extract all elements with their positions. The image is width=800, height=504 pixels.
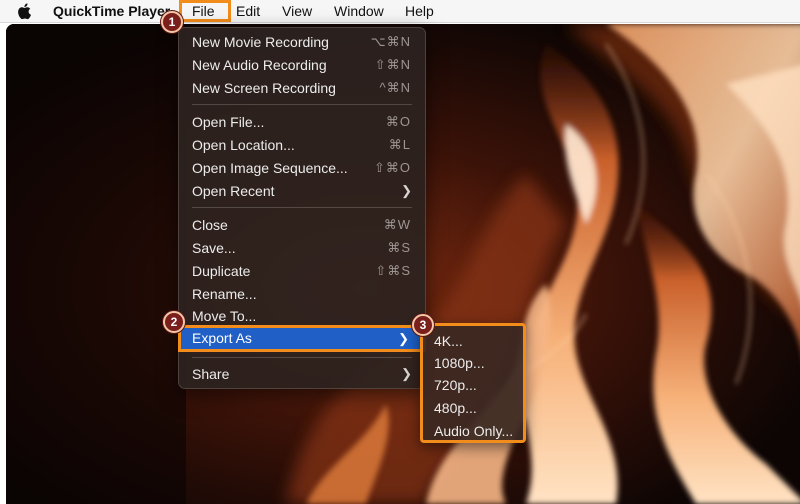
- step-badge-3: 3: [412, 314, 434, 336]
- menu-view[interactable]: View: [282, 2, 312, 20]
- menu-item-label: New Audio Recording: [192, 57, 327, 73]
- submenu-item-audio-only[interactable]: Audio Only...: [434, 420, 513, 442]
- menu-item-share[interactable]: Share ❯: [184, 363, 420, 385]
- menu-separator: [192, 207, 412, 208]
- shortcut-hint: ⌘W: [383, 217, 411, 232]
- menu-item-label: Export As: [192, 330, 252, 346]
- menu-item-label: Move To...: [192, 308, 257, 324]
- shortcut-hint: ⌥⌘N: [370, 34, 411, 49]
- menu-item-open-location[interactable]: Open Location... ⌘L: [184, 134, 420, 156]
- menu-item-label: Open Image Sequence...: [192, 160, 348, 176]
- menu-item-label: Duplicate: [192, 263, 251, 279]
- menu-item-rename[interactable]: Rename...: [184, 283, 420, 305]
- shortcut-hint: ⌘S: [387, 240, 411, 255]
- step-badge-2: 2: [163, 311, 185, 333]
- file-menu-highlight-box: [179, 0, 231, 22]
- menu-item-open-image-sequence[interactable]: Open Image Sequence... ⇧⌘O: [184, 157, 420, 179]
- shortcut-hint: ⇧⌘S: [375, 263, 411, 278]
- menu-item-label: Open Location...: [192, 137, 295, 153]
- menu-separator: [192, 104, 412, 105]
- menu-item-export-as[interactable]: Export As ❯: [178, 325, 426, 352]
- menu-item-label: Share: [192, 366, 230, 382]
- shortcut-hint: ⇧⌘N: [374, 57, 411, 72]
- menu-item-move-to[interactable]: Move To...: [184, 305, 420, 327]
- menu-item-new-audio-recording[interactable]: New Audio Recording ⇧⌘N: [184, 54, 420, 76]
- menu-window[interactable]: Window: [334, 2, 384, 20]
- shortcut-hint: ^⌘N: [379, 80, 411, 95]
- menu-help[interactable]: Help: [405, 2, 434, 20]
- menu-item-label: New Movie Recording: [192, 34, 329, 50]
- step-badge-1: 1: [161, 11, 183, 33]
- chevron-right-icon: ❯: [398, 331, 409, 346]
- submenu-item-4k[interactable]: 4K...: [434, 330, 463, 352]
- menu-bar: QuickTime Player File Edit View Window H…: [0, 0, 800, 23]
- menu-item-label: Open Recent: [192, 183, 275, 199]
- shortcut-hint: ⌘L: [388, 137, 411, 152]
- chevron-right-icon: ❯: [401, 183, 412, 198]
- menu-item-label: Open File...: [192, 114, 265, 130]
- submenu-item-1080p[interactable]: 1080p...: [434, 352, 485, 374]
- app-menu-quicktime[interactable]: QuickTime Player: [53, 2, 170, 20]
- export-as-submenu: 4K... 1080p... 720p... 480p... Audio Onl…: [420, 323, 526, 443]
- menu-item-open-recent[interactable]: Open Recent ❯: [184, 180, 420, 202]
- menu-item-label: Save...: [192, 240, 236, 256]
- menu-item-save[interactable]: Save... ⌘S: [184, 237, 420, 259]
- menu-separator: [192, 357, 412, 358]
- menu-item-duplicate[interactable]: Duplicate ⇧⌘S: [184, 260, 420, 282]
- menu-item-label: Close: [192, 217, 228, 233]
- shortcut-hint: ⇧⌘O: [373, 160, 411, 175]
- menu-item-label: New Screen Recording: [192, 80, 336, 96]
- menu-item-label: Rename...: [192, 286, 257, 302]
- menu-item-open-file[interactable]: Open File... ⌘O: [184, 111, 420, 133]
- menu-item-new-screen-recording[interactable]: New Screen Recording ^⌘N: [184, 77, 420, 99]
- menu-item-close[interactable]: Close ⌘W: [184, 214, 420, 236]
- menu-edit[interactable]: Edit: [236, 2, 260, 20]
- submenu-item-480p[interactable]: 480p...: [434, 397, 477, 419]
- chevron-right-icon: ❯: [401, 366, 412, 381]
- shortcut-hint: ⌘O: [385, 114, 411, 129]
- apple-logo-icon[interactable]: [17, 2, 31, 20]
- submenu-item-720p[interactable]: 720p...: [434, 374, 477, 396]
- menu-item-new-movie-recording[interactable]: New Movie Recording ⌥⌘N: [184, 31, 420, 53]
